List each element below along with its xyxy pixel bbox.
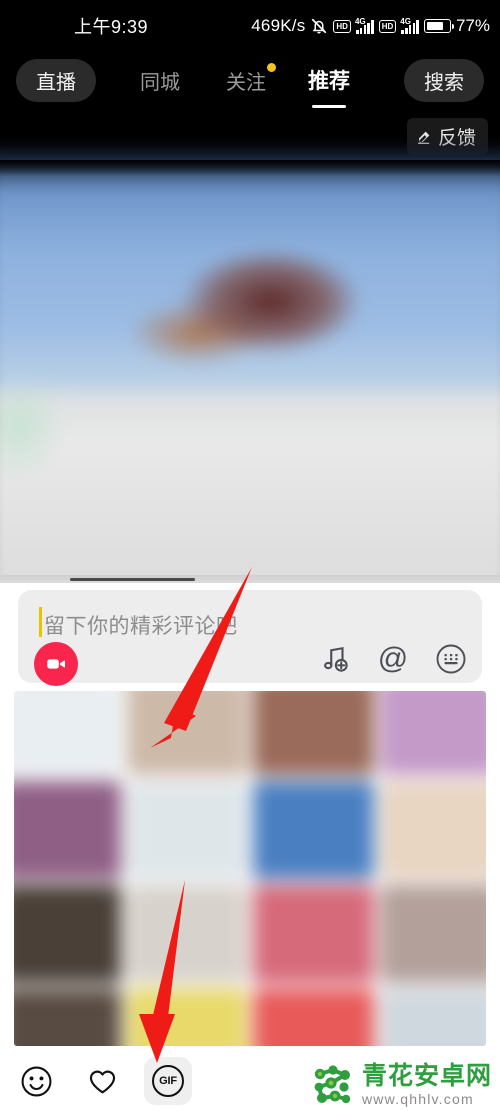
bell-muted-icon bbox=[310, 17, 328, 35]
badge-dot-icon bbox=[267, 62, 276, 72]
tab-guanzhu[interactable]: 关注 bbox=[226, 62, 276, 95]
video-progress-bar[interactable] bbox=[0, 575, 500, 583]
signal-bars-sim2: 4G bbox=[400, 16, 419, 34]
active-tab-underline bbox=[312, 105, 346, 108]
gif-tile[interactable] bbox=[126, 691, 247, 775]
tab-guanzhu-label: 关注 bbox=[226, 71, 266, 94]
network-type-sim2: 4G bbox=[400, 16, 411, 26]
status-bar: 上午9:39 469K/s HD 4G HD 4G 77% bbox=[0, 0, 500, 52]
nav-search-button[interactable]: 搜索 bbox=[404, 58, 484, 102]
gif-tile-grid bbox=[14, 691, 486, 1046]
gif-tile[interactable] bbox=[126, 989, 247, 1046]
comment-sheet: 留下你的精彩评论吧 @ GIF 青花安卓网 www.qhhlv.com bbox=[0, 583, 500, 1111]
at-mention-icon[interactable]: @ bbox=[376, 642, 410, 676]
nav-live-button[interactable]: 直播 bbox=[16, 58, 96, 102]
top-nav-bar: 直播 同城 关注 推荐 搜索 bbox=[0, 52, 500, 108]
gif-tile[interactable] bbox=[379, 989, 486, 1046]
gif-icon[interactable]: GIF bbox=[144, 1057, 192, 1105]
watermark-logo-icon bbox=[311, 1063, 355, 1107]
watermark-title: 青花安卓网 bbox=[361, 1062, 492, 1090]
comment-input-box[interactable]: 留下你的精彩评论吧 @ bbox=[18, 590, 482, 686]
comment-action-icons: @ bbox=[318, 642, 468, 676]
gif-tile[interactable] bbox=[253, 885, 374, 983]
tab-tongcheng-label: 同城 bbox=[140, 71, 180, 94]
keyboard-icon[interactable] bbox=[434, 642, 468, 676]
gif-tile[interactable] bbox=[379, 885, 486, 983]
feedback-label: 反馈 bbox=[437, 128, 476, 149]
watermark-text: 青花安卓网 www.qhhlv.com bbox=[361, 1062, 492, 1107]
gif-picker-panel[interactable] bbox=[14, 691, 486, 1046]
hd-badge-sim1: HD bbox=[333, 19, 351, 33]
tab-tuijian[interactable]: 推荐 bbox=[308, 65, 350, 108]
at-glyph: @ bbox=[377, 642, 409, 675]
gif-tile[interactable] bbox=[126, 781, 247, 879]
battery-percent: 77% bbox=[455, 16, 490, 35]
phone-screen: 上午9:39 469K/s HD 4G HD 4G 77% 直播 同城 关注 推… bbox=[0, 0, 500, 1111]
network-speed: 469K/s bbox=[251, 16, 306, 35]
gif-tile[interactable] bbox=[253, 781, 374, 879]
gif-tile[interactable] bbox=[379, 781, 486, 879]
comment-placeholder: 留下你的精彩评论吧 bbox=[44, 615, 238, 638]
gif-tile[interactable] bbox=[14, 989, 121, 1046]
watermark-url: www.qhhlv.com bbox=[361, 1091, 474, 1107]
gif-tile[interactable] bbox=[126, 885, 247, 983]
video-player[interactable] bbox=[0, 149, 500, 596]
signal-bars-sim1: 4G bbox=[354, 16, 374, 34]
gif-tile[interactable] bbox=[253, 691, 374, 775]
text-caret bbox=[39, 607, 42, 637]
hd-badge-sim2: HD bbox=[378, 19, 397, 33]
pencil-icon bbox=[416, 129, 432, 145]
tab-tuijian-label: 推荐 bbox=[308, 70, 350, 93]
music-add-icon[interactable] bbox=[318, 642, 352, 676]
video-progress-fill bbox=[70, 577, 195, 581]
gif-tile[interactable] bbox=[14, 885, 121, 983]
tab-tongcheng[interactable]: 同城 bbox=[140, 66, 180, 95]
emoji-icon[interactable] bbox=[12, 1057, 60, 1105]
status-time: 上午9:39 bbox=[74, 17, 149, 37]
gif-tile[interactable] bbox=[14, 691, 121, 775]
gif-tile[interactable] bbox=[253, 989, 374, 1046]
status-indicators: 469K/s HD 4G HD 4G 77% bbox=[251, 16, 490, 36]
heart-icon[interactable] bbox=[78, 1057, 126, 1105]
gif-tile[interactable] bbox=[379, 691, 486, 775]
site-watermark: 青花安卓网 www.qhhlv.com bbox=[311, 1063, 492, 1107]
battery-icon bbox=[423, 19, 454, 33]
video-camera-icon bbox=[47, 659, 65, 669]
network-type-sim1: 4G bbox=[354, 16, 366, 26]
video-top-shade bbox=[0, 160, 500, 176]
sticker-toolbar: GIF 青花安卓网 www.qhhlv.com bbox=[0, 1051, 500, 1111]
gif-tile[interactable] bbox=[14, 781, 121, 879]
gif-label: GIF bbox=[152, 1065, 184, 1097]
video-comment-button[interactable] bbox=[34, 642, 78, 686]
